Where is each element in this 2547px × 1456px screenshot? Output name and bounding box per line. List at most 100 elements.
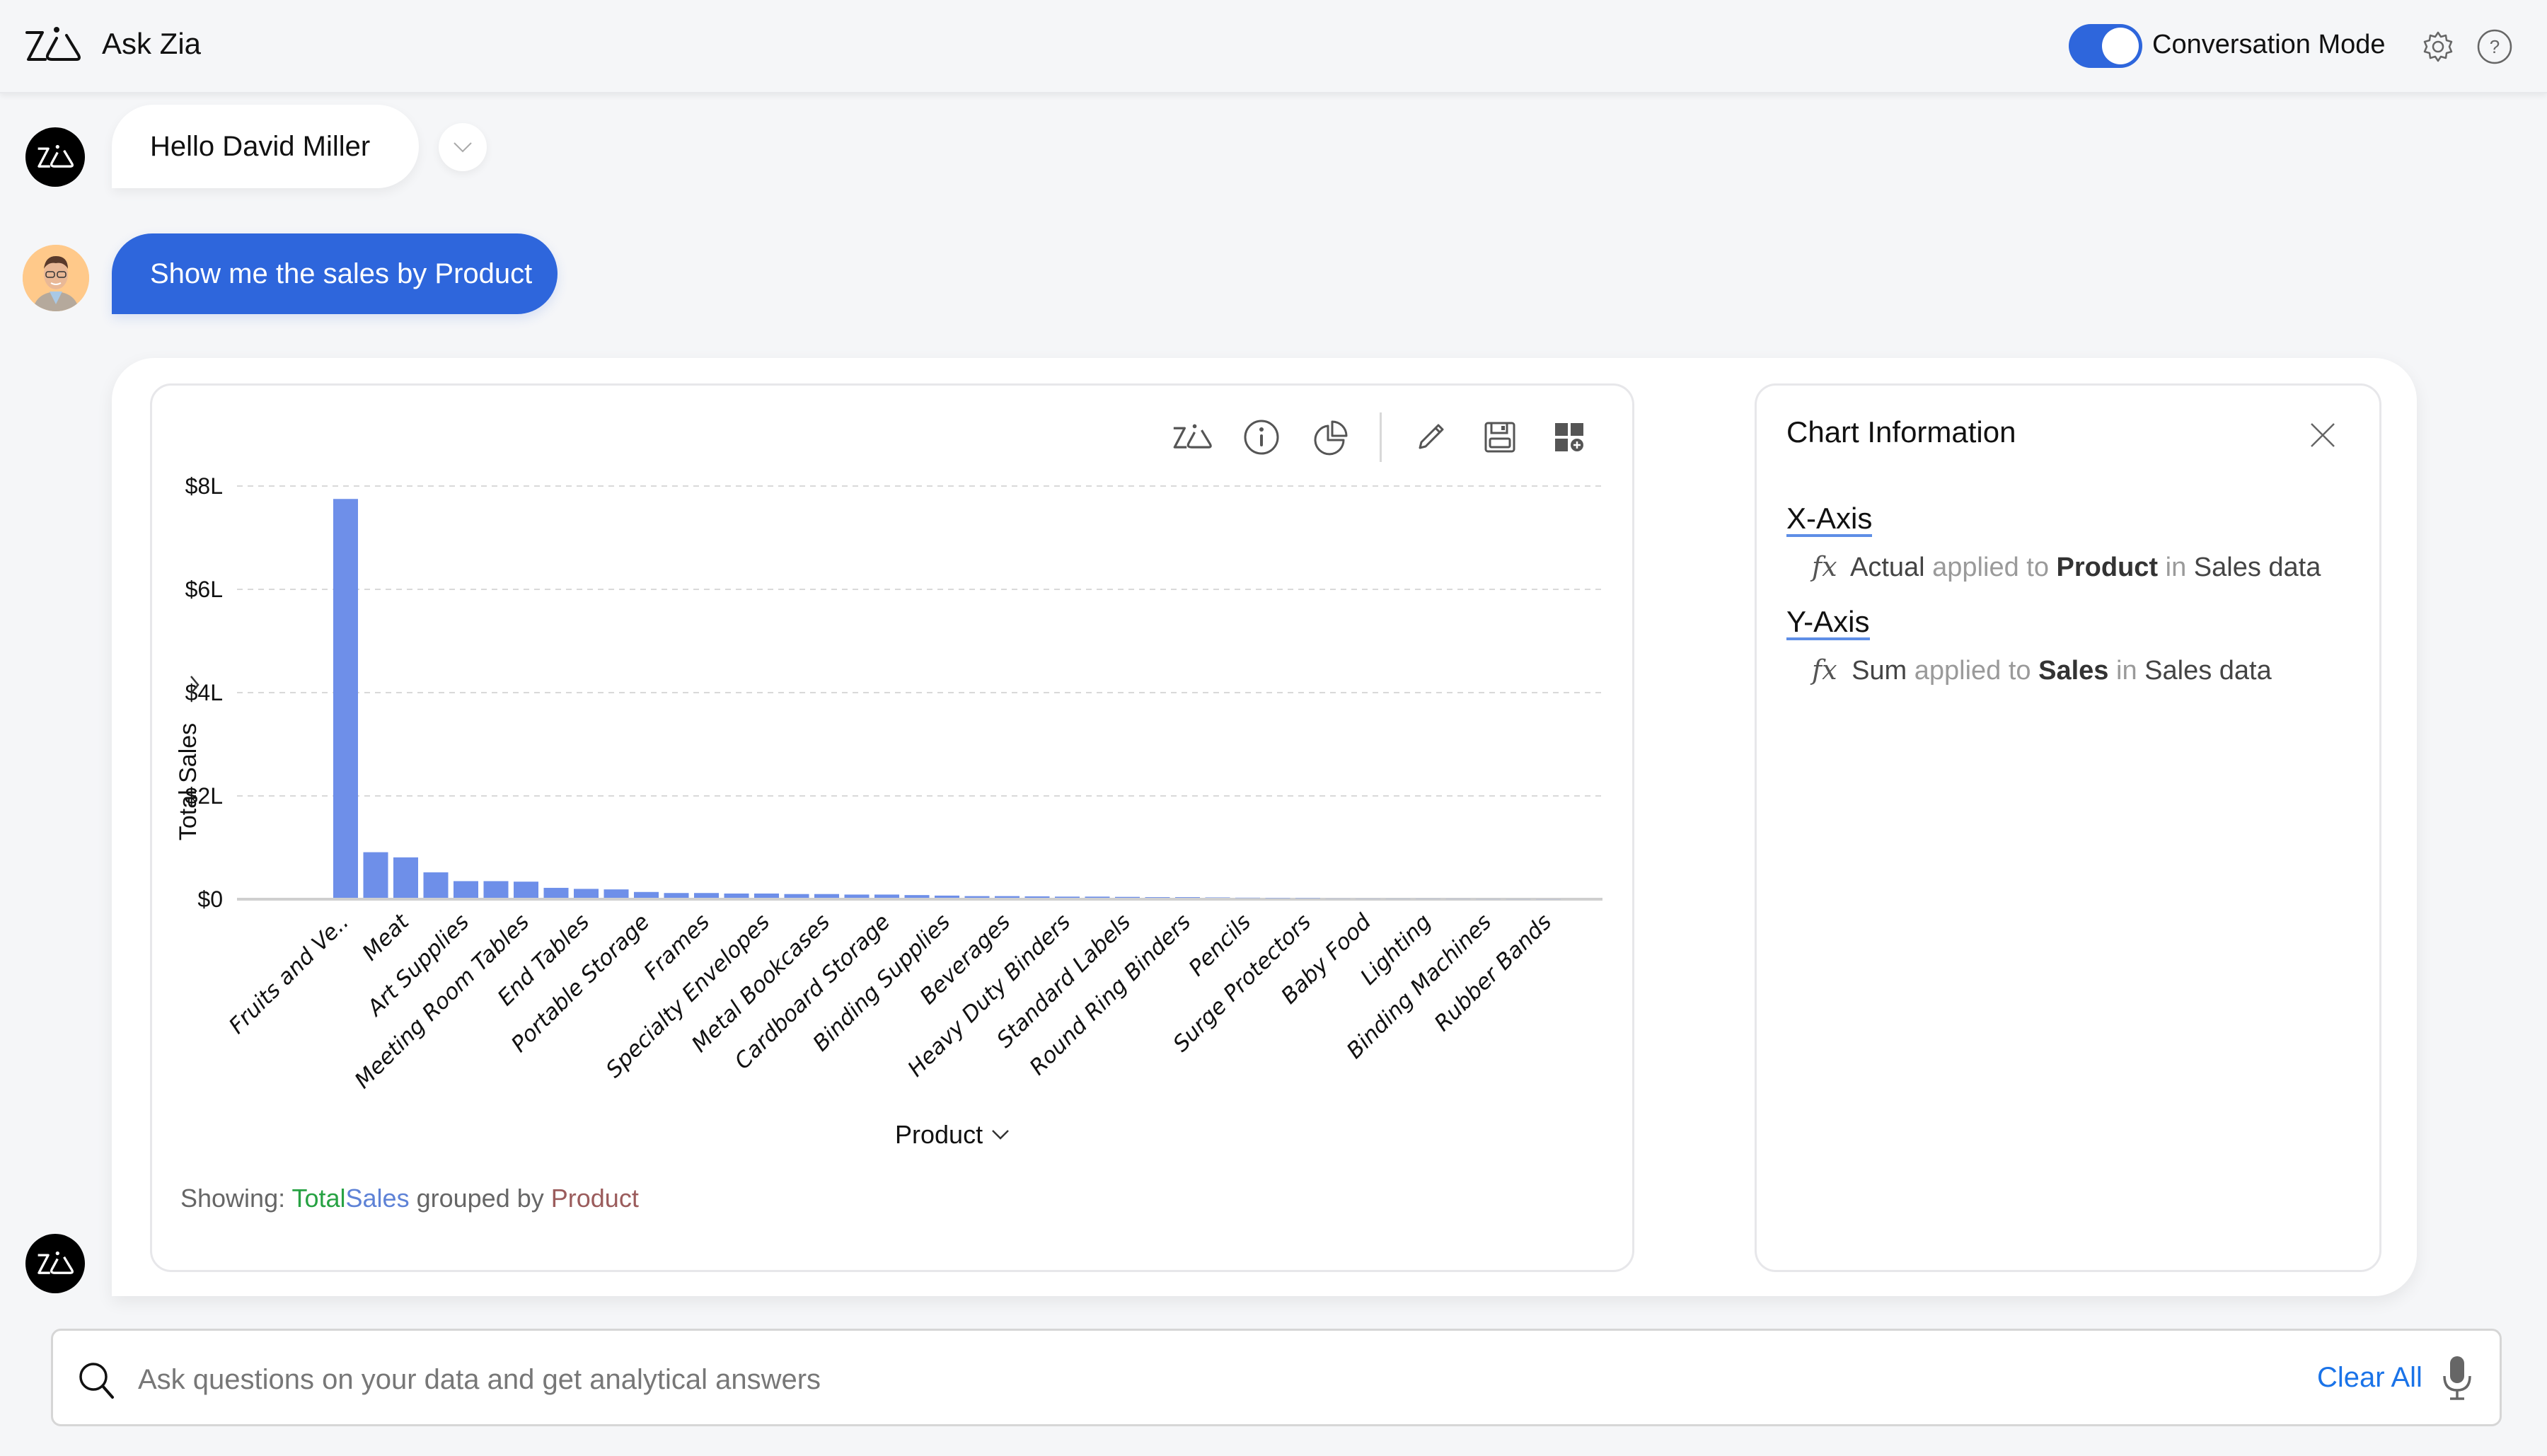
bar[interactable] (603, 889, 629, 898)
x-tick-label: Fruits and Ve.. (224, 909, 354, 1039)
x-axis-title[interactable]: Product (895, 1120, 1010, 1150)
x-axis-title-text: Product (895, 1120, 983, 1149)
bar[interactable] (664, 893, 689, 898)
bar[interactable] (574, 889, 599, 898)
y-tick-label: $6L (185, 577, 223, 602)
conversation-mode-toggle[interactable] (2069, 24, 2142, 68)
chart-card: $0 $2L $4L $6L $8L Fruits and Ve.. Meat Art Su… (150, 383, 1634, 1272)
x-axis-description: fx Actual applied to Product in Sales da… (1812, 551, 2321, 583)
bar-chart: $0$2L$4L$6L$8L Fruits and Ve.. MeatArt Su… (175, 473, 1602, 1094)
bar[interactable] (754, 893, 779, 898)
zia-logo-icon (37, 144, 74, 168)
applied-to-text: applied to (1914, 656, 2031, 686)
bar[interactable] (1145, 897, 1170, 898)
bar[interactable] (1536, 899, 1561, 900)
bar[interactable] (514, 882, 538, 898)
y-axis-function: Sum (1852, 656, 1907, 686)
y-axis-heading: Y-Axis (1786, 606, 1870, 641)
bar[interactable] (1506, 899, 1531, 900)
bar[interactable] (814, 894, 839, 898)
bar[interactable] (1205, 897, 1230, 898)
greeting-bubble: Hello David Miller (112, 105, 419, 188)
bar[interactable] (964, 896, 990, 898)
toggle-knob (2102, 28, 2139, 64)
greeting-text: Hello David Miller (150, 130, 371, 162)
bar[interactable] (904, 895, 930, 898)
grouped-by-text: grouped by (416, 1184, 544, 1213)
chart-information-panel: Chart Information X-Axis fx Actual appli… (1755, 383, 2381, 1272)
bar[interactable] (694, 893, 719, 898)
panel-title: Chart Information (1786, 415, 2016, 449)
x-axis-field: Product (2056, 553, 2159, 582)
bar[interactable] (1235, 897, 1260, 899)
y-axis-description: fx Sum applied to Sales in Sales data (1812, 654, 2272, 686)
bar[interactable] (874, 894, 899, 898)
ask-bar: Clear All (51, 1329, 2502, 1426)
bars (333, 499, 1561, 900)
top-bar: Ask Zia Conversation Mode ? (0, 0, 2547, 93)
y-axis-field: Sales (2038, 656, 2109, 686)
grid-lines (237, 485, 1602, 901)
microphone-icon[interactable] (2442, 1355, 2473, 1402)
bar[interactable] (1476, 899, 1501, 900)
bar[interactable] (454, 881, 478, 898)
x-tick-label: Meat (357, 908, 415, 966)
measure-aggregation: Total (291, 1184, 346, 1213)
y-tick-label: $8L (185, 473, 223, 499)
in-text: in (2116, 656, 2137, 686)
user-query-bubble: Show me the sales by Product (112, 233, 558, 314)
y-axis-table: Sales data (2144, 656, 2272, 686)
bar[interactable] (995, 896, 1020, 898)
bar[interactable] (1085, 896, 1110, 898)
user-avatar (23, 245, 89, 311)
dimension-field: Product (550, 1184, 639, 1213)
conversation-mode-label: Conversation Mode (2152, 30, 2386, 59)
user-query-text: Show me the sales by Product (150, 258, 533, 289)
bar[interactable] (784, 894, 809, 898)
help-icon[interactable]: ? (2476, 28, 2513, 65)
close-icon[interactable] (2309, 421, 2337, 449)
expand-button[interactable] (439, 123, 487, 171)
settings-gear-icon[interactable] (2421, 30, 2455, 64)
bar[interactable] (423, 872, 449, 898)
y-axis-title-text: Total Sales (175, 723, 202, 840)
bar[interactable] (724, 893, 749, 898)
x-axis-labels: Fruits and Ve.. MeatArt SuppliesMeeting R… (224, 908, 1556, 1094)
y-tick-label: $0 (197, 886, 223, 912)
bar[interactable] (935, 895, 959, 898)
zia-logo-icon (37, 1251, 74, 1274)
bar[interactable] (363, 852, 388, 898)
search-icon (79, 1363, 114, 1399)
bar[interactable] (1024, 896, 1050, 898)
bar[interactable] (393, 857, 418, 898)
in-text: in (2165, 553, 2187, 582)
x-axis-function: Actual (1849, 553, 1925, 582)
bar[interactable] (1445, 899, 1471, 900)
bar[interactable] (844, 894, 870, 898)
fx-icon: fx (1812, 551, 1837, 582)
showing-label: Showing: (180, 1184, 286, 1213)
zia-avatar (25, 127, 85, 187)
bar[interactable] (1265, 898, 1290, 899)
bar[interactable] (333, 499, 358, 898)
svg-text:?: ? (2490, 36, 2500, 57)
measure-field: Sales (345, 1184, 410, 1213)
bar[interactable] (543, 887, 569, 898)
ask-input[interactable] (138, 1348, 2190, 1411)
app-title: Ask Zia (102, 27, 202, 60)
applied-to-text: applied to (1932, 553, 2049, 582)
fx-icon: fx (1812, 654, 1837, 686)
zia-avatar (25, 1234, 85, 1293)
bar[interactable] (634, 891, 659, 898)
bar[interactable] (1175, 897, 1200, 898)
zia-logo-icon (25, 27, 81, 61)
bar[interactable] (1055, 896, 1080, 898)
bar[interactable] (483, 881, 509, 898)
chart-summary: Showing: TotalSales grouped by Product (180, 1184, 639, 1213)
x-axis-table: Sales data (2193, 553, 2321, 582)
bar[interactable] (1115, 896, 1140, 898)
clear-all-button[interactable]: Clear All (2317, 1362, 2422, 1394)
result-card: $0 $2L $4L $6L $8L Fruits and Ve.. Meat Art Su… (112, 358, 2417, 1296)
chevron-down-icon (992, 1130, 1009, 1140)
chevron-down-icon (454, 142, 472, 153)
